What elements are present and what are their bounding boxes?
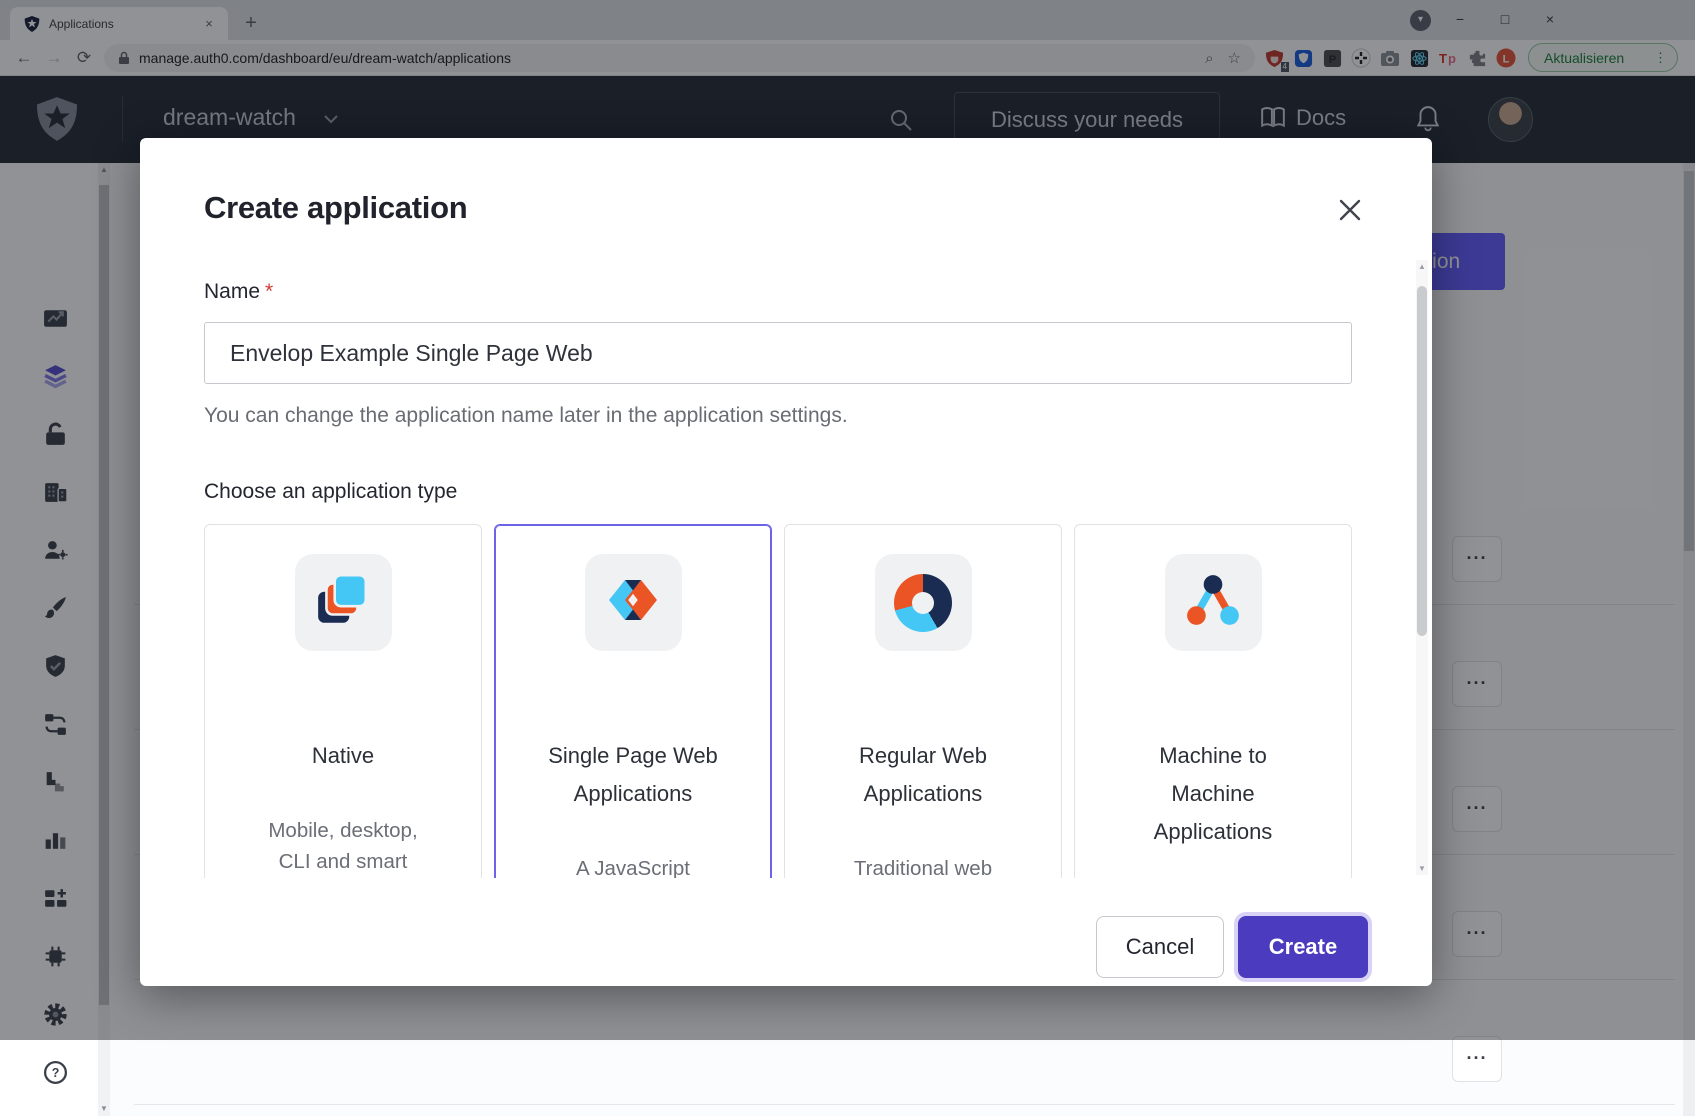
card-description: Traditional web <box>785 853 1061 878</box>
close-icon[interactable] <box>1336 196 1364 224</box>
card-title: Machine toMachineApplications <box>1075 737 1351 851</box>
sidebar-item-help[interactable]: ? <box>28 1059 82 1089</box>
modal-scrollbar[interactable]: ▲ ▼ <box>1416 260 1428 875</box>
card-title: Native <box>205 737 481 775</box>
application-type-card-native[interactable]: Native Mobile, desktop,CLI and smart <box>204 524 482 878</box>
native-icon <box>314 571 372 634</box>
name-helper-text: You can change the application name late… <box>204 404 1352 428</box>
regular-web-icon <box>894 574 952 632</box>
card-description: A JavaScript <box>495 853 771 878</box>
spa-icon <box>603 572 663 633</box>
application-type-card-machine-to-machine[interactable]: Machine toMachineApplications <box>1074 524 1352 878</box>
spa-icon-tile <box>585 554 682 651</box>
modal-scrollbar-thumb[interactable] <box>1417 286 1427 636</box>
create-button[interactable]: Create <box>1238 916 1368 978</box>
name-label: Name* <box>204 280 1352 304</box>
create-application-modal: Create application Name* You can change … <box>140 138 1432 986</box>
application-type-card-spa[interactable]: Single Page WebApplications A JavaScript <box>494 524 772 878</box>
modal-scroll-area: Name* You can change the application nam… <box>140 256 1432 878</box>
regular-web-icon-tile <box>875 554 972 651</box>
scroll-down-icon[interactable]: ▼ <box>1416 862 1428 875</box>
application-type-cards: Native Mobile, desktop,CLI and smartSingl… <box>204 524 1352 878</box>
machine-to-machine-icon <box>1184 571 1242 634</box>
choose-type-label: Choose an application type <box>204 480 1352 504</box>
machine-to-machine-icon-tile <box>1165 554 1262 651</box>
card-description: Mobile, desktop,CLI and smart <box>205 815 481 877</box>
help-icon: ? <box>42 1059 69 1089</box>
card-title: Single Page WebApplications <box>495 737 771 813</box>
scroll-up-icon[interactable]: ▲ <box>1416 260 1428 273</box>
modal-title: Create application <box>204 190 467 226</box>
application-type-card-regular-web[interactable]: Regular WebApplications Traditional web <box>784 524 1062 878</box>
scroll-down-icon[interactable]: ▼ <box>98 1102 110 1116</box>
application-name-input[interactable] <box>204 322 1352 384</box>
card-title: Regular WebApplications <box>785 737 1061 813</box>
required-asterisk: * <box>265 280 273 303</box>
cancel-button[interactable]: Cancel <box>1096 916 1224 978</box>
row-menu-button[interactable]: ··· <box>1452 1036 1502 1082</box>
native-icon-tile <box>295 554 392 651</box>
regular-web-icon <box>894 574 952 632</box>
svg-text:?: ? <box>51 1066 59 1080</box>
row-separator <box>134 1104 1675 1105</box>
